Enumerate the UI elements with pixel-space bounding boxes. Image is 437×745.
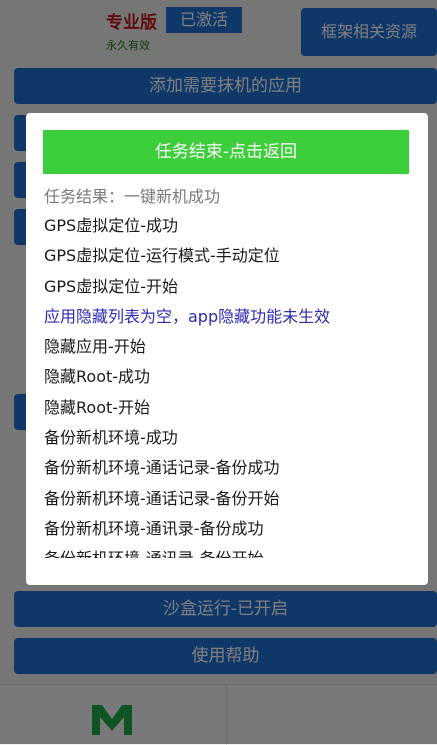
log-item: GPS虚拟定位-开始	[44, 276, 178, 296]
log-item: GPS虚拟定位-成功	[44, 216, 178, 235]
log-item: GPS虚拟定位-运行模式-手动定位	[44, 246, 280, 266]
log-item: 应用隐藏列表为空，app隐藏功能未生效	[44, 306, 331, 326]
log-item: 备份新机环境-通话记录-备份成功	[44, 458, 280, 478]
task-result-text: 任务结果：一键新机成功	[44, 187, 221, 206]
return-button[interactable]: 任务结束-点击返回	[43, 130, 409, 174]
log-item: 隐藏Root-成功	[44, 367, 151, 387]
log-list[interactable]: GPS虚拟定位-成功 GPS虚拟定位-运行模式-手动定位 GPS虚拟定位-开始应用隐…	[44, 211, 414, 558]
log-item: 备份新机环境-通讯录-备份开始	[44, 544, 414, 558]
log-item: 备份新机环境-成功	[44, 428, 178, 448]
task-result-dialog: 任务结束-点击返回 任务结果：一键新机成功 GPS虚拟定位-成功 GPS虚拟定位-…	[26, 113, 428, 585]
log-item: 隐藏应用-开始	[44, 337, 146, 357]
log-item: 备份新机环境-通话记录-备份开始	[44, 488, 280, 508]
log-item: 隐藏Root-开始	[44, 397, 151, 417]
log-item: 备份新机环境-通讯录-备份成功	[44, 518, 264, 538]
